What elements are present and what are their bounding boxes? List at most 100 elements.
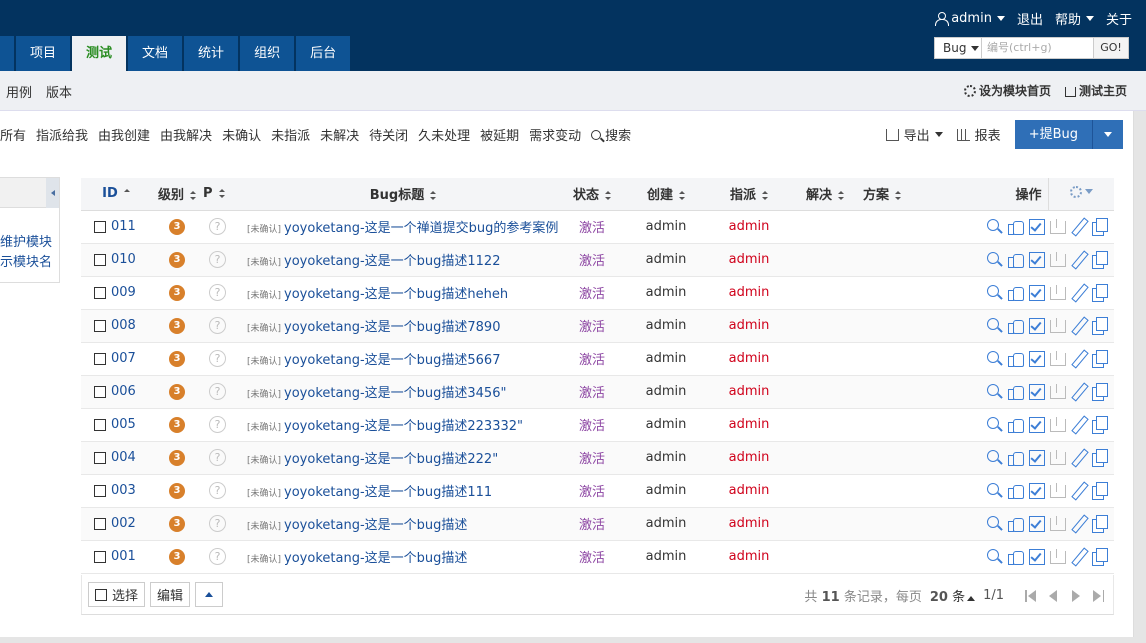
bug-title-link[interactable]: yoyoketang-这是一个bug描述223332" xyxy=(284,419,523,434)
confirm-icon[interactable] xyxy=(1007,218,1024,235)
set-module-home-link[interactable]: 设为模块首页 xyxy=(963,82,1051,99)
column-settings[interactable] xyxy=(1047,178,1114,211)
prev-page-icon[interactable] xyxy=(1047,589,1059,602)
filter-unassigned[interactable]: 未指派 xyxy=(271,125,310,144)
bug-title-link[interactable]: yoyoketang-这是一个bug描述 xyxy=(284,518,467,533)
row-checkbox[interactable] xyxy=(94,517,106,530)
bug-title-link[interactable]: yoyoketang-这是一个bug描述 xyxy=(284,551,467,566)
search-input[interactable]: 编号(ctrl+g) xyxy=(982,37,1094,59)
edit-icon[interactable] xyxy=(1070,317,1087,334)
edit-icon[interactable] xyxy=(1070,482,1087,499)
resolve-icon[interactable] xyxy=(1028,383,1045,400)
create-bug-dropdown[interactable] xyxy=(1093,120,1123,149)
cell-id[interactable]: 010 xyxy=(81,243,151,277)
column-header-title[interactable]: Bug标题 xyxy=(243,178,563,211)
resolve-icon[interactable] xyxy=(1028,251,1045,268)
confirm-icon[interactable] xyxy=(1007,284,1024,301)
table-row[interactable]: 005 3? [未确认] yoyoketang-这是一个bug描述223332" 激活 a… xyxy=(81,408,1114,442)
bug-id-link[interactable]: 011 xyxy=(111,219,136,234)
column-header-assigned[interactable]: 指派 xyxy=(711,178,787,211)
close-bug-icon[interactable] xyxy=(1049,350,1066,367)
search-icon[interactable] xyxy=(986,251,1003,268)
bug-id-link[interactable]: 003 xyxy=(111,483,136,498)
cell-assigned[interactable]: admin xyxy=(711,474,787,508)
copy-icon[interactable] xyxy=(1091,383,1108,401)
copy-icon[interactable] xyxy=(1091,416,1108,434)
tab-admin[interactable]: 后台 xyxy=(296,36,351,71)
search-type-select[interactable]: Bug xyxy=(934,37,982,59)
search-icon[interactable] xyxy=(986,449,1003,466)
column-header-status[interactable]: 状态 xyxy=(563,178,621,211)
search-icon[interactable] xyxy=(986,515,1003,532)
row-checkbox[interactable] xyxy=(94,418,106,431)
search-go-button[interactable]: GO! xyxy=(1094,37,1129,59)
batch-edit-button[interactable]: 编辑 xyxy=(150,582,191,607)
table-row[interactable]: 007 3? [未确认] yoyoketang-这是一个bug描述5667 激活 admi… xyxy=(81,342,1114,376)
cell-title[interactable]: [未确认] yoyoketang-这是一个bug描述223332" xyxy=(243,408,563,442)
column-header-resolved[interactable]: 解决 xyxy=(787,178,863,211)
confirm-icon[interactable] xyxy=(1007,548,1024,565)
test-home-link[interactable]: 测试主页 xyxy=(1064,82,1127,99)
cell-id[interactable]: 011 xyxy=(81,210,151,244)
tab-report[interactable]: 统计 xyxy=(184,36,239,71)
select-all-button[interactable]: 选择 xyxy=(88,582,146,607)
table-row[interactable]: 008 3? [未确认] yoyoketang-这是一个bug描述7890 激活 admi… xyxy=(81,309,1114,343)
close-bug-icon[interactable] xyxy=(1049,218,1066,235)
row-checkbox[interactable] xyxy=(94,484,106,497)
cell-title[interactable]: [未确认] yoyoketang-这是一个bug描述111 xyxy=(243,474,563,508)
cell-title[interactable]: [未确认] yoyoketang-这是一个bug描述5667 xyxy=(243,342,563,376)
close-bug-icon[interactable] xyxy=(1049,416,1066,433)
copy-icon[interactable] xyxy=(1091,350,1108,368)
edit-icon[interactable] xyxy=(1070,515,1087,532)
cell-title[interactable]: [未确认] yoyoketang-这是一个bug描述7890 xyxy=(243,309,563,343)
collapse-sidebar-button[interactable] xyxy=(46,178,59,208)
cell-assigned[interactable]: admin xyxy=(711,441,787,475)
resolve-icon[interactable] xyxy=(1028,548,1045,565)
table-row[interactable]: 010 3? [未确认] yoyoketang-这是一个bug描述1122 激活 admi… xyxy=(81,243,1114,277)
bug-title-link[interactable]: yoyoketang-这是一个bug描述5667 xyxy=(284,353,500,368)
create-bug-button[interactable]: +提Bug xyxy=(1014,120,1093,149)
cell-assigned[interactable]: admin xyxy=(711,243,787,277)
edit-icon[interactable] xyxy=(1070,284,1087,301)
close-bug-icon[interactable] xyxy=(1049,515,1066,532)
bug-title-link[interactable]: yoyoketang-这是一个bug描述1122 xyxy=(284,254,500,269)
table-row[interactable]: 004 3? [未确认] yoyoketang-这是一个bug描述222" 激活 admi… xyxy=(81,441,1114,475)
row-checkbox[interactable] xyxy=(94,220,106,233)
table-row[interactable]: 001 3? [未确认] yoyoketang-这是一个bug描述 激活 admin adm… xyxy=(81,540,1114,574)
help-menu[interactable]: 帮助 xyxy=(1055,9,1094,28)
filter-long-lasting[interactable]: 久未处理 xyxy=(418,125,470,144)
bug-title-link[interactable]: yoyoketang-这是一个bug描述222" xyxy=(284,452,498,467)
search-icon[interactable] xyxy=(986,284,1003,301)
batch-more-button[interactable] xyxy=(195,582,224,607)
copy-icon[interactable] xyxy=(1091,449,1108,467)
bug-id-link[interactable]: 006 xyxy=(111,384,136,399)
bug-id-link[interactable]: 008 xyxy=(111,318,136,333)
first-page-icon[interactable] xyxy=(1024,589,1036,602)
filter-opened-by-me[interactable]: 由我创建 xyxy=(98,125,150,144)
search-icon[interactable] xyxy=(986,317,1003,334)
search-icon[interactable] xyxy=(986,350,1003,367)
cell-assigned[interactable]: admin xyxy=(711,408,787,442)
cell-assigned[interactable]: admin xyxy=(711,309,787,343)
copy-icon[interactable] xyxy=(1091,482,1108,500)
row-checkbox[interactable] xyxy=(94,352,106,365)
copy-icon[interactable] xyxy=(1091,251,1108,269)
filter-resolved-by-me[interactable]: 由我解决 xyxy=(160,125,212,144)
show-module-name-link[interactable]: 示模块名 xyxy=(0,253,52,273)
bug-id-link[interactable]: 009 xyxy=(111,285,136,300)
table-row[interactable]: 003 3? [未确认] yoyoketang-这是一个bug描述111 激活 admin… xyxy=(81,474,1114,508)
resolve-icon[interactable] xyxy=(1028,482,1045,499)
bug-title-link[interactable]: yoyoketang-这是一个bug描述3456" xyxy=(284,386,506,401)
row-checkbox[interactable] xyxy=(94,451,106,464)
cell-title[interactable]: [未确认] yoyoketang-这是一个禅道提交bug的参考案例 xyxy=(243,210,563,244)
subnav-item-cases[interactable]: 用例 xyxy=(6,82,32,101)
cell-assigned[interactable]: admin xyxy=(711,507,787,541)
filter-postponed[interactable]: 被延期 xyxy=(480,125,519,144)
resolve-icon[interactable] xyxy=(1028,218,1045,235)
bug-title-link[interactable]: yoyoketang-这是一个禅道提交bug的参考案例 xyxy=(284,221,558,236)
cell-id[interactable]: 001 xyxy=(81,540,151,574)
close-bug-icon[interactable] xyxy=(1049,482,1066,499)
bug-id-link[interactable]: 007 xyxy=(111,351,136,366)
cell-assigned[interactable]: admin xyxy=(711,276,787,310)
confirm-icon[interactable] xyxy=(1007,482,1024,499)
